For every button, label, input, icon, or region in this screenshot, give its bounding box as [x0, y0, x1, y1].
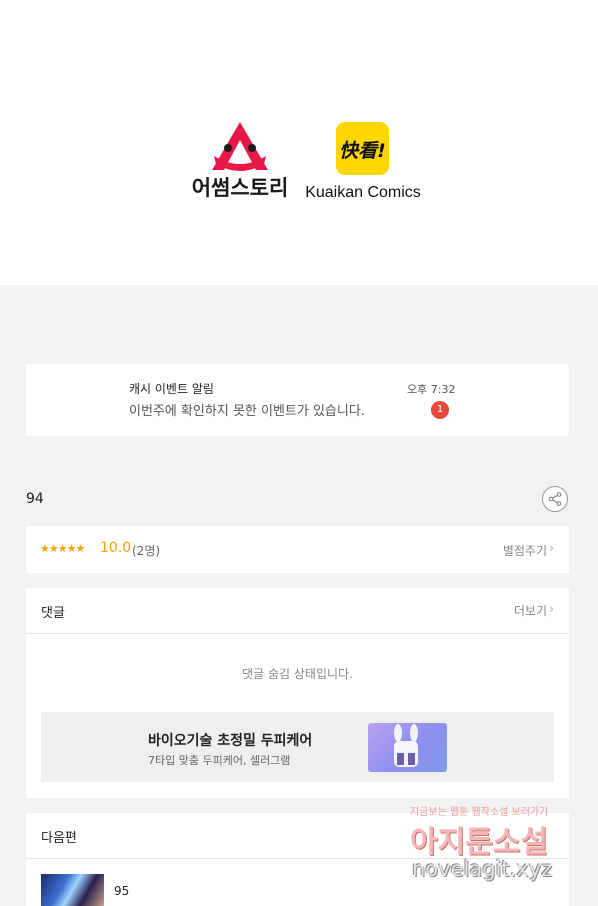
ad-banner[interactable]: 바이오기술 초정밀 두피케어 7타입 맞춤 두피케어, 셀러그램: [41, 712, 554, 782]
kuaikan-logo-mark: 快看!: [336, 122, 389, 175]
awesome-story-a-icon: [212, 122, 268, 171]
kuaikan-logo: 快看! Kuaikan Comics: [304, 122, 422, 206]
notification-time: 오후 7:32: [407, 383, 456, 396]
awesome-story-logo: 어썸스토리: [184, 120, 296, 202]
notification-title: 캐시 이벤트 알림: [129, 382, 214, 396]
ad-product-image: [368, 723, 447, 772]
kuaikan-name: Kuaikan Comics: [305, 184, 421, 201]
share-icon: [548, 492, 562, 506]
comments-section: 댓글 더보기 › 댓글 숨김 상태입니다. 바이오기술 초정밀 두피케어 7타입…: [26, 588, 569, 798]
publisher-banner: 어썸스토리 快看! Kuaikan Comics: [0, 0, 598, 285]
next-episode-thumbnail[interactable]: [41, 874, 104, 906]
chevron-right-icon: ›: [549, 602, 554, 616]
comments-more-button[interactable]: 더보기: [514, 602, 547, 619]
share-button[interactable]: [542, 486, 568, 512]
watermark-main-text: 아지툰소설: [410, 825, 548, 860]
notification-badge: 1: [431, 401, 449, 419]
awesome-story-name: 어썸스토리: [191, 176, 289, 200]
watermark-top-text: 지금보는 웹툰 웹작소설 보러가기: [410, 807, 549, 818]
ad-subtitle: 7타입 맞춤 두피케어, 셀러그램: [148, 754, 291, 767]
give-stars-button[interactable]: 별점주기: [503, 542, 547, 559]
kuaikan-logo-mark-text: 快看!: [339, 140, 386, 162]
notification-message: 이번주에 확인하지 못한 이벤트가 있습니다.: [129, 404, 365, 419]
cash-event-notification[interactable]: 캐시 이벤트 알림 이번주에 확인하지 못한 이벤트가 있습니다. 오후 7:3…: [26, 364, 569, 436]
watermark: 지금보는 웹툰 웹작소설 보러가기 아지툰소설 novelagit.xyz: [408, 803, 580, 893]
comments-title: 댓글: [41, 606, 65, 621]
watermark-url: novelagit.xyz: [412, 857, 553, 881]
rating-stars-icon: ★★★★★: [40, 542, 85, 555]
chevron-right-icon: ›: [549, 541, 554, 555]
scalp-care-device-icon: [394, 724, 418, 767]
rating-score: 10.0: [100, 540, 132, 556]
comments-hidden-message: 댓글 숨김 상태입니다.: [242, 667, 353, 681]
comments-header: 댓글 더보기 ›: [26, 588, 569, 634]
episode-number: 94: [26, 491, 44, 507]
rating-count: (2명): [132, 544, 161, 558]
next-episode-number[interactable]: 95: [114, 884, 129, 898]
ad-title: 바이오기술 초정밀 두피케어: [148, 733, 313, 749]
next-episode-title: 다음편: [41, 831, 77, 846]
rating-card: ★★★★★ 10.0 (2명) 별점주기 ›: [26, 526, 569, 573]
